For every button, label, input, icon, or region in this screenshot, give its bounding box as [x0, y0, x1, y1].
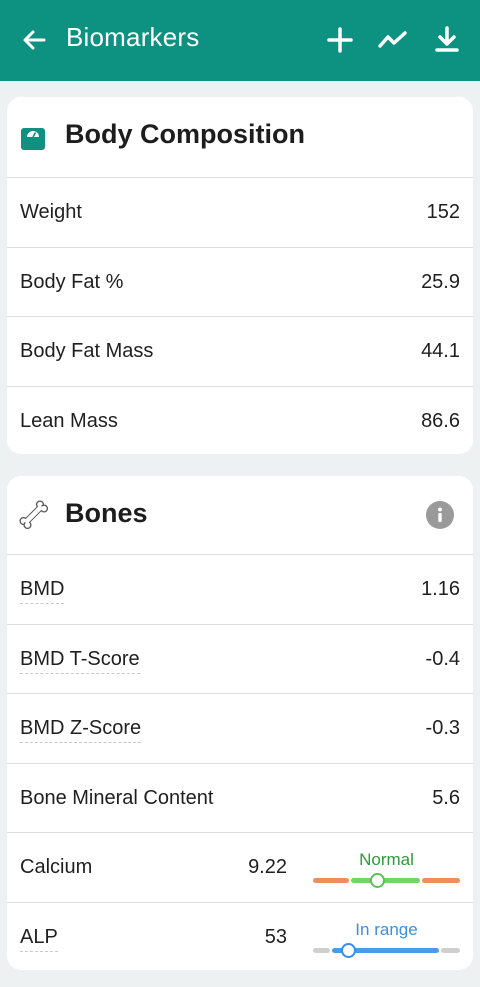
- biomarker-row-lean-mass[interactable]: Lean Mass 86.6: [7, 385, 473, 455]
- row-value: 44.1: [421, 340, 460, 362]
- range-status-label: In range: [355, 919, 418, 939]
- body-composition-card: Body Composition Weight 152 Body Fat % 2…: [7, 97, 473, 454]
- range-marker: [340, 942, 356, 958]
- biomarker-row-alp[interactable]: ALP 53 In range: [7, 901, 473, 971]
- biomarker-row-body-fat-percent[interactable]: Body Fat % 25.9: [7, 246, 473, 317]
- section-title: Body Composition: [65, 119, 305, 149]
- row-value: 1.16: [421, 578, 460, 600]
- range-segment-high: [441, 947, 460, 953]
- page-title: Biomarkers: [66, 22, 200, 52]
- row-label: Body Fat %: [20, 270, 124, 293]
- range-segment-high: [422, 878, 460, 883]
- row-label: Bone Mineral Content: [20, 786, 214, 809]
- bone-icon: [19, 500, 49, 530]
- biomarker-row-bmd-t-score[interactable]: BMD T-Score -0.4: [7, 623, 473, 694]
- range-segment-low: [313, 947, 330, 953]
- biomarker-row-bmd-z-score[interactable]: BMD Z-Score -0.3: [7, 693, 473, 763]
- biomarker-row-body-fat-mass[interactable]: Body Fat Mass 44.1: [7, 316, 473, 386]
- body-composition-header: Body Composition: [7, 97, 473, 177]
- row-value: 9.22: [248, 856, 287, 878]
- range-track: [313, 873, 460, 888]
- scale-icon: [21, 128, 45, 150]
- back-arrow-icon[interactable]: [18, 24, 50, 56]
- biomarker-row-calcium[interactable]: Calcium 9.22 Normal: [7, 832, 473, 902]
- range-track: [313, 942, 460, 958]
- biomarker-row-bmd[interactable]: BMD 1.16: [7, 554, 473, 624]
- row-value: 152: [426, 201, 460, 223]
- section-title: Bones: [65, 498, 148, 528]
- row-label: Body Fat Mass: [20, 340, 154, 362]
- row-label: Lean Mass: [20, 409, 118, 432]
- row-value: 25.9: [421, 270, 460, 293]
- row-value: -0.4: [425, 647, 460, 670]
- range-segment-low: [313, 878, 349, 883]
- plus-icon[interactable]: [324, 24, 356, 56]
- bones-header: Bones: [7, 476, 473, 554]
- row-value: 53: [264, 925, 287, 948]
- row-value: 5.6: [432, 786, 460, 809]
- range-segment-normal: [351, 878, 420, 883]
- bones-card: Bones BMD 1.16 BMD T-Score -0.4 BMD Z-Sc…: [7, 476, 473, 970]
- row-value: 86.6: [421, 409, 460, 432]
- info-icon[interactable]: [426, 501, 454, 529]
- download-icon[interactable]: [431, 24, 463, 56]
- range-status-label: Normal: [359, 850, 414, 869]
- trend-chart-icon[interactable]: [377, 24, 409, 56]
- biomarker-row-weight[interactable]: Weight 152: [7, 177, 473, 247]
- range-marker: [370, 873, 386, 888]
- row-label[interactable]: BMD T-Score: [20, 648, 140, 674]
- app-bar: Biomarkers: [0, 0, 480, 81]
- biomarker-row-bone-mineral-content[interactable]: Bone Mineral Content 5.6: [7, 762, 473, 833]
- row-label: Calcium: [20, 856, 93, 878]
- row-label: Weight: [20, 201, 82, 223]
- row-value: -0.3: [425, 717, 460, 739]
- row-label[interactable]: BMD: [20, 578, 65, 604]
- row-label[interactable]: BMD Z-Score: [20, 717, 142, 743]
- row-label[interactable]: ALP: [20, 926, 58, 952]
